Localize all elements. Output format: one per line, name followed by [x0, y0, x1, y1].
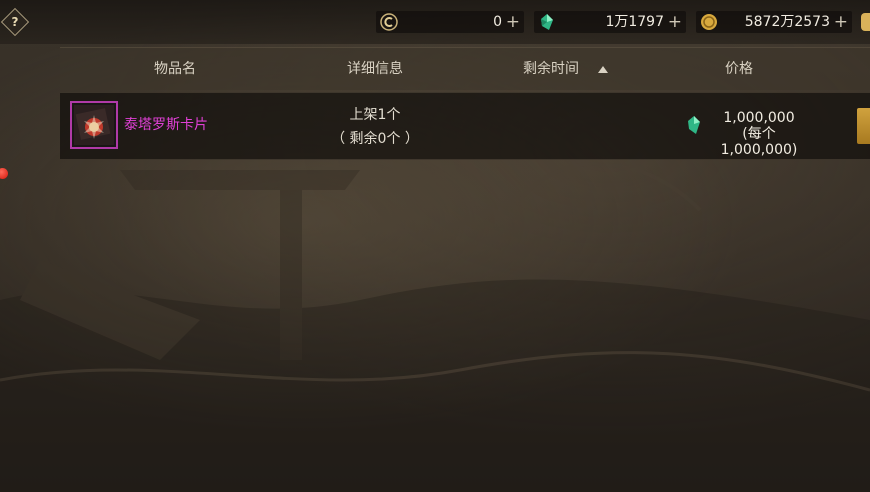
header-details[interactable]: 详细信息 — [347, 48, 403, 90]
currency-gem-value: 1万1797 — [605, 14, 664, 30]
currency-gold-value: 5872万2573 — [744, 14, 830, 30]
remaining-quantity: （ 剩余0个 ） — [331, 131, 419, 147]
sort-ascending-icon[interactable] — [598, 66, 608, 73]
header-item-name[interactable]: 物品名 — [154, 48, 196, 90]
listed-quantity: 上架1个 — [349, 107, 401, 123]
add-currency-c-button[interactable]: + — [506, 11, 520, 33]
header-price[interactable]: 价格 — [725, 48, 753, 90]
currency-bar: ? 0 + 1万1797 + 5872万2573 + — [0, 0, 870, 44]
c-coin-icon — [380, 13, 398, 31]
bag-icon[interactable] — [861, 13, 870, 31]
item-card-icon[interactable] — [70, 101, 118, 149]
buy-button[interactable] — [857, 108, 870, 144]
item-name: 泰塔罗斯卡片 — [124, 117, 208, 133]
currency-gem: 1万1797 + — [534, 11, 686, 33]
currency-c-value: 0 — [493, 14, 502, 30]
gold-coin-icon — [701, 14, 717, 30]
price-block: 1,000,000 (每个1,000,000) — [704, 110, 814, 158]
card-art-icon — [74, 105, 114, 145]
table-header: 物品名 详细信息 剩余时间 价格 — [60, 47, 870, 90]
notification-dot — [0, 168, 8, 179]
header-time-left[interactable]: 剩余时间 — [523, 48, 579, 90]
currency-gold: 5872万2573 + — [696, 11, 852, 33]
help-button[interactable]: ? — [0, 7, 30, 37]
currency-c: 0 + — [376, 11, 524, 33]
add-gem-button[interactable]: + — [668, 11, 682, 33]
help-icon: ? — [11, 15, 19, 29]
add-gold-button[interactable]: + — [834, 11, 848, 33]
price-total: 1,000,000 — [723, 110, 795, 126]
gem-icon — [541, 14, 553, 30]
price-each: (每个1,000,000) — [720, 126, 798, 158]
price-gem-icon — [688, 116, 700, 134]
